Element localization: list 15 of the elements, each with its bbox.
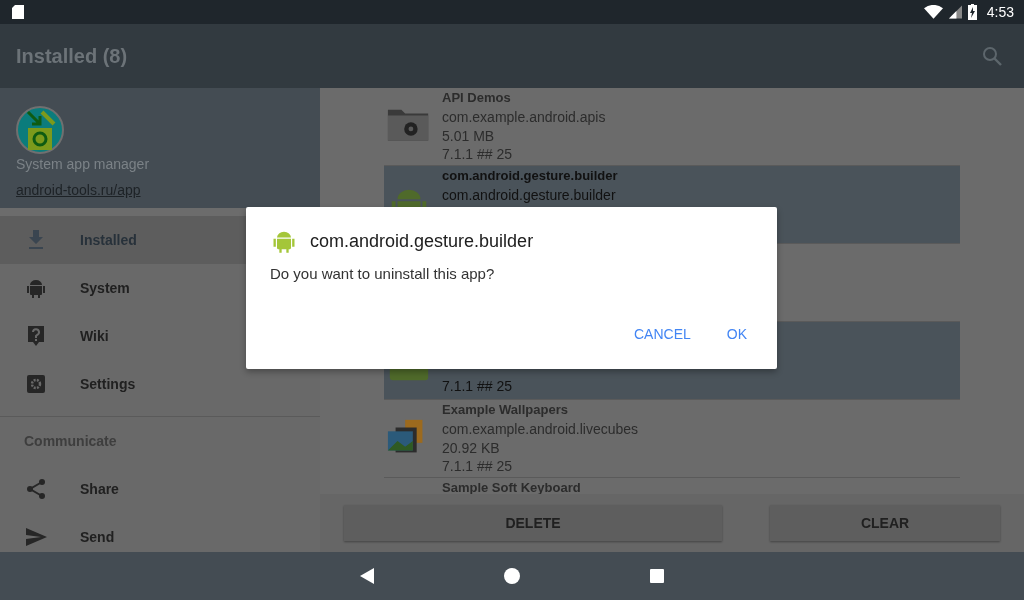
package-name: com.example.android.livecubes (442, 420, 639, 439)
app-title: API Demos (442, 90, 512, 107)
clock-time: 4:53 (986, 4, 1014, 20)
dialog-message: Do you want to uninstall this app? (270, 265, 496, 282)
package-name: com.example.android.apis (442, 108, 606, 127)
app-size: 20.92 KB (442, 439, 501, 458)
app-title: Example Wallpapers (442, 402, 569, 419)
app-size: 5.01 MB (442, 127, 496, 146)
app-version: 7.1.1 ## 25 (442, 378, 513, 396)
app-title: com.android.gesture.builder (442, 168, 618, 185)
app-title: Sample Soft Keyboard (442, 480, 581, 494)
app-bar-title: Installed (8) (16, 44, 128, 68)
app-version: 7.1.1 ## 25 (442, 458, 514, 477)
app-version: 7.1.1 ## 25 (442, 146, 514, 165)
package-name: com.android.gesture.builder (442, 187, 617, 205)
